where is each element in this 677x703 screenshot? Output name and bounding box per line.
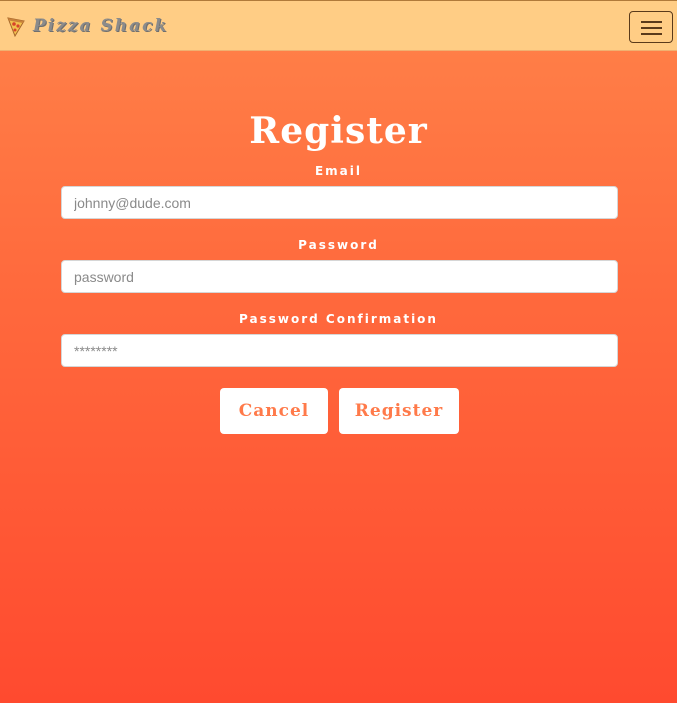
register-button[interactable]: Register — [339, 388, 459, 434]
password-confirmation-label: Password Confirmation — [239, 312, 438, 326]
password-field[interactable] — [61, 260, 618, 293]
email-field[interactable] — [61, 186, 618, 219]
cancel-button[interactable]: Cancel — [220, 388, 328, 434]
navbar-toggle-button[interactable] — [629, 11, 673, 43]
email-label: Email — [314, 164, 363, 178]
page-title: Register — [249, 110, 428, 152]
top-navbar: Pizza Shack — [0, 0, 677, 51]
password-confirmation-field[interactable] — [61, 334, 618, 367]
password-label: Password — [298, 238, 379, 252]
brand-name: Pizza Shack — [33, 16, 169, 36]
pizza-slice-icon — [6, 15, 26, 38]
brand-link[interactable]: Pizza Shack — [6, 13, 168, 39]
